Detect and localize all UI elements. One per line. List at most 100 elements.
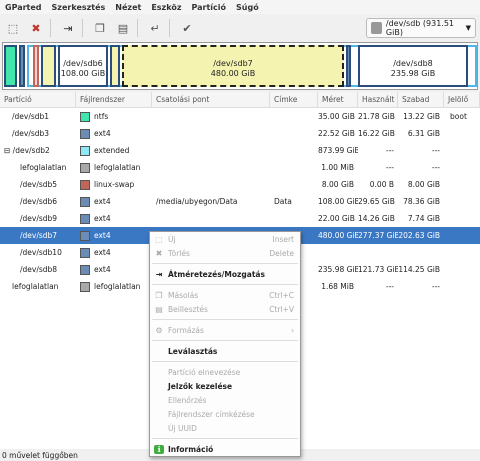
menu-label: Új [168, 234, 176, 244]
context-menu-item[interactable]: Jelzők kezelése [150, 379, 300, 393]
menu-item[interactable]: Eszköz [146, 3, 186, 12]
cell-free: 8.00 GiB [407, 180, 440, 189]
cell-used: 29.65 GiB [358, 197, 395, 206]
segment-sdb1[interactable] [4, 45, 17, 87]
context-menu-item: Fájlrendszer címkézése [150, 407, 300, 421]
segment-sdb9[interactable] [41, 45, 56, 87]
chevron-down-icon: ▼ [465, 24, 471, 32]
menu-label: Beillesztés [168, 304, 208, 314]
filesystem-color-swatch [80, 179, 90, 190]
menu-separator [152, 284, 298, 285]
segment-sdb10[interactable] [110, 45, 120, 87]
filesystem-color-swatch [80, 213, 90, 224]
menu-item[interactable]: Partíció [186, 3, 231, 12]
new-partition-icon[interactable]: ⬚ [3, 18, 23, 38]
cell-used: 16.22 GiB [358, 129, 395, 138]
menu-item[interactable]: GParted [0, 3, 47, 12]
toolbar-separator [82, 19, 83, 37]
cell-size: 480.00 GiB [318, 231, 358, 240]
filesystem: lefoglalatlan [94, 163, 141, 172]
column-header[interactable]: Szabad [398, 91, 444, 108]
info-icon: ℹ [154, 444, 164, 454]
cell-free: 202.63 GiB [398, 231, 440, 240]
expander-icon[interactable]: ⊟ [4, 146, 13, 155]
segment-small[interactable] [346, 45, 351, 87]
undo-icon[interactable]: ↵ [145, 18, 165, 38]
menubar: GParted Szerkesztés Nézet Eszköz Partíció Súg… [0, 0, 480, 14]
cell-free: 78.36 GiB [403, 197, 440, 206]
menu-label: Ellenőrzés [168, 395, 207, 405]
menu-label: Törlés [168, 248, 190, 258]
filesystem: lefoglalatlan [94, 282, 141, 291]
paste-icon[interactable]: ▤ [113, 18, 133, 38]
partition-name: /dev/sdb1 [12, 112, 50, 121]
context-menu-item[interactable]: ⇥ Átméretezés/Mozgatás [150, 267, 300, 281]
cell-used: 121.73 GiB [358, 265, 398, 274]
cell-used: 21.78 GiB [358, 112, 395, 121]
table-row[interactable]: /dev/sdb1 ntfs 35.00 GiB 21.78 GiB 13.22 GiB… [0, 108, 480, 125]
filesystem-color-swatch [80, 145, 90, 156]
column-header[interactable]: Használt [358, 91, 398, 108]
menu-item[interactable]: Szerkesztés [47, 3, 111, 12]
segment-sdb3[interactable] [19, 45, 25, 87]
filesystem: linux-swap [94, 180, 135, 189]
cell-used: --- [385, 282, 394, 291]
cell-free: 13.22 GiB [403, 112, 440, 121]
filesystem: ext4 [94, 197, 111, 206]
cell-free: 114.25 GiB [398, 265, 440, 274]
table-row[interactable]: ⊟ /dev/sdb2 extended 873.99 GiB --- --- [0, 142, 480, 159]
menu-item[interactable]: Súgó [231, 3, 264, 12]
menu-accelerator: Ctrl+V [269, 304, 294, 314]
partition-name: /dev/sdb10 [20, 248, 62, 257]
segment-sdb6[interactable]: /dev/sdb6 108.00 GiB [58, 45, 108, 87]
column-header[interactable]: Fájlrendszer [76, 91, 152, 108]
apply-icon[interactable]: ✔ [177, 18, 197, 38]
filesystem-color-swatch [80, 230, 90, 241]
menu-label: Jelzők kezelése [168, 381, 233, 391]
filesystem-color-swatch [80, 247, 90, 258]
table-row[interactable]: /dev/sdb5 linux-swap 8.00 GiB 0.00 B 8.00 Gi… [0, 176, 480, 193]
filesystem: extended [94, 146, 130, 155]
context-menu-item[interactable]: ℹ Információ [150, 442, 300, 456]
partition-name: /dev/sdb6 [20, 197, 58, 206]
delete-icon[interactable]: ✖ [26, 18, 46, 38]
cell-used: --- [385, 146, 394, 155]
status-text: 0 művelet függőben [2, 450, 78, 460]
filesystem-color-swatch [80, 281, 90, 292]
cell-size: 35.00 GiB [318, 112, 355, 121]
column-header[interactable]: Partíció [0, 91, 76, 108]
column-header[interactable]: Méret [318, 91, 358, 108]
partition-name: lefoglalatlan [20, 163, 67, 172]
segment-sdb5[interactable] [33, 45, 39, 87]
partition-name: /dev/sdb8 [20, 265, 58, 274]
table-row[interactable]: /dev/sdb6 ext4/media/ubyegon/Data Data 108.… [0, 193, 480, 210]
menu-separator [152, 361, 298, 362]
resize-icon: ⇥ [155, 269, 163, 279]
menu-label: Formázás [168, 325, 204, 335]
column-header[interactable]: Jelölő [444, 91, 480, 108]
filesystem: ext4 [94, 265, 111, 274]
context-menu-item: ✖ Törlés Delete [150, 246, 300, 260]
table-row[interactable]: lefoglalatlan lefoglalatlan 1.00 MiB --- --- [0, 159, 480, 176]
segment-sdb7[interactable]: /dev/sdb7 480.00 GiB [122, 45, 344, 87]
menu-label: Partíció elnevezése [168, 367, 241, 377]
table-row[interactable]: /dev/sdb3 ext4 22.52 GiB 16.22 GiB 6.31 GiB [0, 125, 480, 142]
resize-icon[interactable]: ⇥ [58, 18, 78, 38]
toolbar-separator [169, 19, 170, 37]
toolbar-separator [137, 19, 138, 37]
context-menu-item[interactable]: Leválasztás [150, 344, 300, 358]
segment-sdb8[interactable]: /dev/sdb8 235.98 GiB [358, 45, 468, 87]
cell-used: 0.00 B [369, 180, 394, 189]
column-header[interactable]: Csatolási pont [152, 91, 270, 108]
toolbar-separator [50, 19, 51, 37]
cell-size: 1.00 MiB [321, 163, 354, 172]
menu-item[interactable]: Nézet [110, 3, 146, 12]
copy-icon[interactable]: ❐ [90, 18, 110, 38]
cell-size: 1.68 MiB [321, 282, 354, 291]
device-selector[interactable]: /dev/sdb (931.51 GiB) ▼ [366, 18, 476, 38]
table-row[interactable]: /dev/sdb9 ext4 22.00 GiB 14.26 GiB 7.74 GiB [0, 210, 480, 227]
column-header[interactable]: Címke [270, 91, 318, 108]
cell-free: --- [431, 146, 440, 155]
disk-icon [371, 22, 382, 34]
cell-mount: /media/ubyegon/Data [156, 197, 238, 206]
